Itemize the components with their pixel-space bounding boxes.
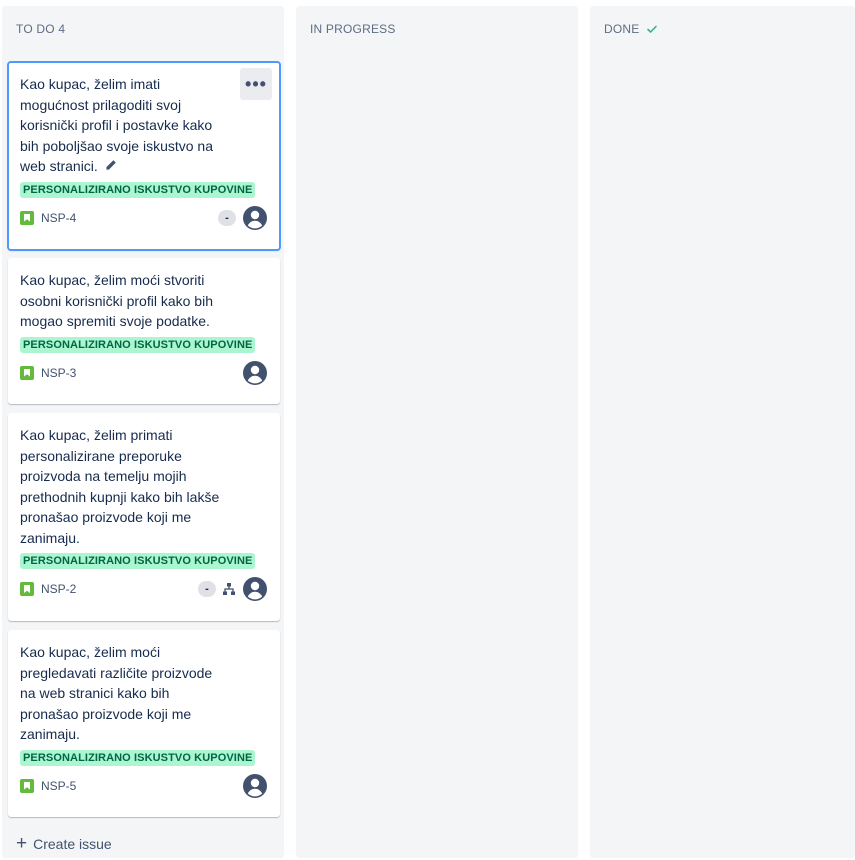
issue-summary: Kao kupac, želim imati mogućnost prilago… xyxy=(20,76,214,174)
column-title-done: DONE xyxy=(604,22,640,36)
card-footer: NSP-5 xyxy=(20,766,268,806)
column-header-in-progress[interactable]: IN PROGRESS xyxy=(310,22,396,36)
card-footer-right xyxy=(242,773,268,799)
issue-card-nsp-2[interactable]: Kao kupac, želim primati personalizirane… xyxy=(8,413,280,621)
column-done: DONE xyxy=(590,6,855,858)
column-title-in-progress: IN PROGRESS xyxy=(310,22,396,36)
story-icon xyxy=(20,582,34,596)
create-issue-button[interactable]: + Create issue xyxy=(16,833,112,854)
epic-label[interactable]: PERSONALIZIRANO ISKUSTVO KUPOVINE xyxy=(20,749,256,766)
epic-label[interactable]: PERSONALIZIRANO ISKUSTVO KUPOVINE xyxy=(20,553,256,569)
pencil-icon[interactable] xyxy=(104,157,117,170)
story-icon xyxy=(20,365,34,380)
plus-icon: + xyxy=(16,833,28,854)
create-issue-label: Create issue xyxy=(33,836,112,852)
card-footer: NSP-3 xyxy=(20,353,268,393)
issue-summary: Kao kupac, želim moći stvoriti osobni ko… xyxy=(20,272,213,329)
card-footer-right xyxy=(242,360,268,386)
column-todo: TO DO 4 Kao kupac, želim imati mogućnost… xyxy=(2,6,284,858)
check-icon xyxy=(646,23,658,35)
column-in-progress: IN PROGRESS xyxy=(296,6,578,858)
issue-key[interactable]: NSP-3 xyxy=(41,366,76,380)
card-footer: NSP-2 - xyxy=(20,569,268,609)
card-footer-right: - xyxy=(218,205,268,231)
child-issues-icon[interactable] xyxy=(222,582,236,596)
column-header-done[interactable]: DONE xyxy=(604,22,658,36)
issue-card-nsp-4[interactable]: Kao kupac, želim imati mogućnost prilago… xyxy=(7,61,281,251)
card-more-button[interactable]: ••• xyxy=(240,68,272,100)
issue-summary: Kao kupac, želim moći pregledavati razli… xyxy=(20,644,213,742)
issue-key[interactable]: NSP-5 xyxy=(41,779,76,793)
issue-card-nsp-3[interactable]: Kao kupac, želim moći stvoriti osobni ko… xyxy=(8,258,280,404)
issue-key[interactable]: NSP-2 xyxy=(41,582,76,596)
issue-key[interactable]: NSP-4 xyxy=(41,211,76,225)
story-icon xyxy=(20,778,34,793)
column-header-todo[interactable]: TO DO 4 xyxy=(16,22,65,36)
epic-label[interactable]: PERSONALIZIRANO ISKUSTVO KUPOVINE xyxy=(20,181,256,198)
unassigned-avatar-icon[interactable] xyxy=(242,773,268,799)
estimate-badge[interactable]: - xyxy=(198,581,216,597)
issue-card-nsp-5[interactable]: Kao kupac, želim moći pregledavati razli… xyxy=(8,630,280,817)
unassigned-avatar-icon[interactable] xyxy=(242,576,268,602)
epic-label[interactable]: PERSONALIZIRANO ISKUSTVO KUPOVINE xyxy=(20,336,256,353)
column-title-todo: TO DO 4 xyxy=(16,22,66,36)
card-footer: NSP-4 - xyxy=(20,198,268,238)
issue-summary: Kao kupac, želim primati personalizirane… xyxy=(20,427,220,546)
unassigned-avatar-icon[interactable] xyxy=(242,205,268,231)
story-icon xyxy=(20,210,34,225)
unassigned-avatar-icon[interactable] xyxy=(242,360,268,386)
estimate-badge[interactable]: - xyxy=(218,209,236,226)
card-footer-right: - xyxy=(198,576,268,602)
